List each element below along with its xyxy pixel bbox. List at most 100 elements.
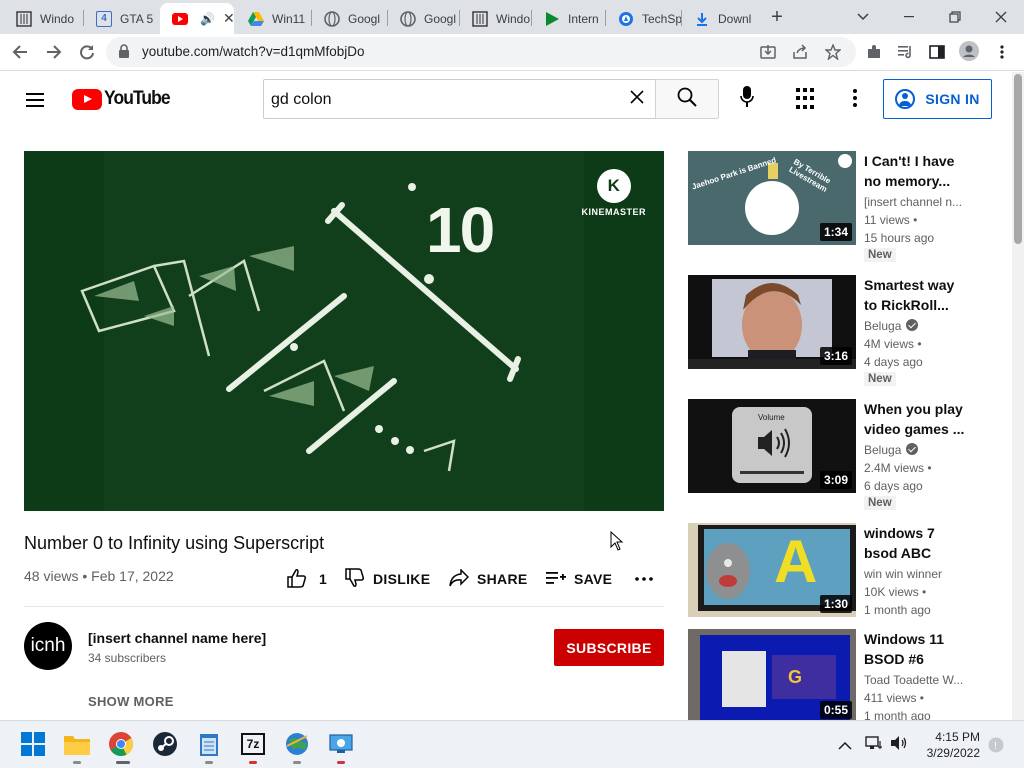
install-app-icon[interactable] [758,42,778,62]
recommendation-views: 4M views • [864,337,922,351]
forward-button[interactable] [40,38,68,66]
recommendation-channel[interactable]: Beluga [864,443,919,457]
new-tab-button[interactable]: + [763,4,791,30]
system-clock[interactable]: 4:15 PM 3/29/2022 [916,729,980,761]
settings-more-icon[interactable] [851,89,859,111]
show-hidden-icons-icon[interactable] [838,737,852,753]
notification-icon[interactable]: ! [988,737,1004,756]
thumbnail-caption: A [774,528,818,595]
tab-gta5[interactable]: 4 GTA 5 [84,3,160,34]
share-label: SHARE [477,571,528,587]
more-actions-icon[interactable] [635,567,661,591]
dislike-button[interactable]: DISLIKE [345,567,430,591]
video-player[interactable]: 10 K KINEMASTER [24,151,664,511]
network-icon[interactable] [865,735,883,754]
recommendation-title[interactable]: Smartest way to RickRoll... [864,275,968,315]
steam-icon[interactable] [152,731,178,757]
side-panel-icon[interactable] [927,42,947,62]
recommendation-channel[interactable]: Toad Toadette W... [864,673,963,687]
search-button[interactable] [655,79,719,119]
svg-text:!: ! [994,741,997,752]
youtube-apps-grid-icon[interactable] [796,88,818,110]
subscribe-button[interactable]: SUBSCRIBE [554,629,664,666]
tab-google-1[interactable]: Googl [312,3,388,34]
recommendation-title[interactable]: When you play video games ... [864,399,968,439]
tab-google-2[interactable]: Googl [388,3,464,34]
tab-search-icon[interactable] [849,4,877,30]
audio-playing-icon[interactable]: 🔊 [200,12,215,26]
recommendation-item[interactable]: 3:16 Smartest way to RickRoll... Beluga … [688,275,988,386]
video-thumbnail[interactable]: Jaehoo Park is Banned By Terrible Livest… [688,151,856,245]
recommendation-views: 2.4M views • [864,461,932,475]
reload-button[interactable] [73,38,101,66]
tab-internet[interactable]: Intern [532,3,606,34]
scrollbar-thumb[interactable] [1014,74,1022,244]
search-input[interactable]: gd colon [263,79,655,119]
like-button[interactable]: 1 [287,567,327,591]
tab-windo-2[interactable]: Windo [460,3,534,34]
tab-title: TechSp [642,11,682,26]
close-window-button[interactable] [987,4,1015,30]
recommendation-channel[interactable]: [insert channel n... [864,195,962,209]
recommendation-item[interactable]: G 0:55 Windows 11 BSOD #6 Toad Toadette … [688,629,988,720]
video-thumbnail[interactable]: G 0:55 [688,629,856,720]
close-tab-icon[interactable]: ✕ [223,10,234,27]
lock-icon[interactable] [118,44,130,63]
chrome-menu-icon[interactable] [992,42,1012,62]
recommendation-title[interactable]: windows 7 bsod ABC [864,523,968,563]
share-page-icon[interactable] [790,42,810,62]
recommendation-channel[interactable]: Beluga [864,319,919,333]
network-globe-icon[interactable] [284,731,310,757]
tab-windo-1[interactable]: Windo [4,3,80,34]
minimize-window-button[interactable] [895,4,923,30]
extensions-puzzle-icon[interactable] [864,42,884,62]
channel-name[interactable]: Beluga [864,443,901,457]
recommendation-title[interactable]: Windows 11 BSOD #6 [864,629,968,669]
media-control-icon[interactable] [896,42,916,62]
techspot-icon [618,11,634,27]
youtube-wordmark: YouTube [104,88,171,109]
bookmark-star-icon[interactable] [823,42,843,62]
show-more-button[interactable]: SHOW MORE [88,694,174,709]
tab-strip: Windo 4 GTA 5 🔊 ✕ Win11 Googl Googl Wind… [0,0,1024,34]
youtube-logo[interactable]: YouTube [72,88,175,110]
video-thumbnail[interactable]: A 1:30 [688,523,856,617]
page-scrollbar[interactable] [1012,72,1024,720]
7zip-icon[interactable]: 7z [240,731,266,757]
channel-name[interactable]: [insert channel name here] [88,630,266,646]
recommendation-item[interactable]: A 1:30 windows 7 bsod ABC win win winner… [688,523,988,627]
back-button[interactable] [6,38,34,66]
save-button[interactable]: SAVE [546,567,612,591]
tab-win11[interactable]: Win11 [236,3,312,34]
tab-download[interactable]: Downl [682,3,756,34]
recommendation-item[interactable]: Jaehoo Park is Banned By Terrible Livest… [688,151,988,262]
volume-icon[interactable] [890,735,908,754]
windows-doc-icon [472,10,488,27]
profile-avatar-icon[interactable] [959,41,979,61]
divider [24,606,664,607]
search-query[interactable]: gd colon [271,91,332,109]
sign-in-button[interactable]: SIGN IN [883,79,992,119]
tab-techspot[interactable]: TechSp [606,3,682,34]
recommendation-channel[interactable]: win win winner [864,567,942,581]
video-duration: 1:30 [819,595,852,613]
remote-desktop-icon[interactable] [328,731,354,757]
clear-search-icon[interactable] [629,88,645,111]
restore-window-button[interactable] [941,4,969,30]
tab-title: Windo [496,11,531,26]
tab-youtube-active[interactable]: 🔊 ✕ [160,3,234,34]
notepad-icon[interactable] [196,731,222,757]
voice-search-button[interactable] [733,85,761,113]
recommendation-title[interactable]: I Can't! I have no memory... [864,151,968,191]
windows-start-icon[interactable] [20,731,46,757]
address-bar[interactable]: youtube.com/watch?v=d1qmMfobjDo [106,37,856,67]
file-explorer-icon[interactable] [64,731,90,757]
video-thumbnail[interactable]: Volume 3:09 [688,399,856,493]
channel-name[interactable]: Beluga [864,319,901,333]
recommendation-item[interactable]: Volume 3:09 When you play video games ..… [688,399,988,510]
channel-avatar[interactable]: icnh [24,622,72,670]
guide-menu-button[interactable] [22,86,50,114]
video-thumbnail[interactable]: 3:16 [688,275,856,369]
share-button[interactable]: SHARE [449,567,528,591]
chrome-icon[interactable] [108,731,134,757]
